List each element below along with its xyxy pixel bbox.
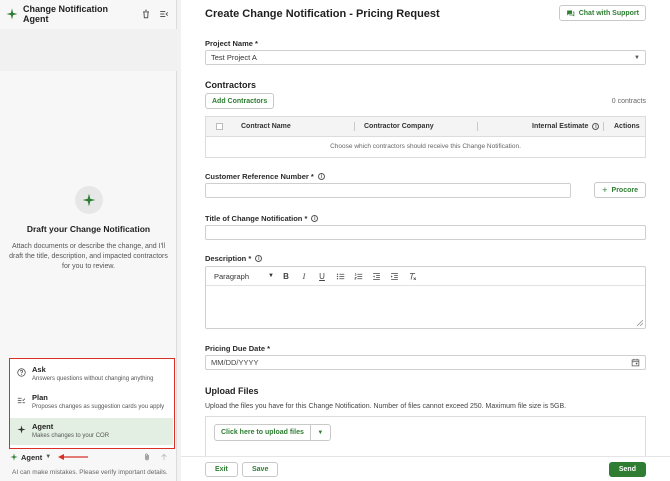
draft-empty-state: Draft your Change Notification Attach do…	[0, 186, 177, 272]
cn-title-label: Title of Change Notification * i	[205, 214, 319, 223]
clear-formatting-icon[interactable]	[406, 270, 418, 282]
mode-item-agent[interactable]: Agent Makes changes to your COR	[10, 418, 173, 445]
contractors-table: Contract Name Contractor Company Interna…	[205, 116, 646, 158]
table-header: Contract Name Contractor Company Interna…	[206, 117, 645, 137]
add-contractors-button[interactable]: Add Contractors	[205, 93, 275, 109]
upload-files-heading: Upload Files	[205, 386, 259, 396]
ai-disclaimer: AI can make mistakes. Please verify impo…	[12, 469, 168, 476]
editor-toolbar: Paragraph ▼ B I U	[206, 267, 645, 286]
sparkle-icon	[17, 425, 26, 434]
mode-label: Agent	[32, 422, 54, 431]
column-header-estimate: Internal Estimate i	[532, 123, 600, 130]
chat-bubble-icon	[566, 10, 574, 16]
chevron-down-icon: ▼	[45, 454, 52, 460]
paragraph-style-label: Paragraph	[214, 271, 250, 281]
mode-item-ask[interactable]: Ask Answers questions without changing a…	[10, 361, 173, 388]
mode-description: Makes changes to your COR	[32, 433, 110, 439]
bold-icon[interactable]: B	[280, 270, 292, 282]
customer-ref-label: Customer Reference Number * i	[205, 172, 325, 181]
mode-selector-button[interactable]: Agent ▼	[10, 453, 51, 462]
upload-files-button[interactable]: Click here to upload files ▼	[214, 424, 331, 441]
due-date-input[interactable]: MM/DD/YYYY	[205, 355, 646, 370]
underline-icon[interactable]: U	[316, 270, 328, 282]
chevron-down-icon[interactable]: ▼	[309, 424, 330, 441]
italic-icon[interactable]: I	[298, 270, 310, 282]
column-header: Actions	[614, 123, 640, 130]
exit-button[interactable]: Exit	[205, 462, 238, 477]
due-date-label: Pricing Due Date *	[205, 344, 271, 353]
info-icon[interactable]: i	[311, 215, 319, 222]
form-footer: Exit Save Send	[181, 456, 670, 481]
mode-selector-label: Agent	[21, 452, 43, 462]
paragraph-style-select[interactable]: Paragraph ▼	[214, 272, 274, 281]
info-icon[interactable]: i	[592, 123, 600, 130]
description-label-text: Description *	[205, 254, 252, 263]
chevron-down-icon: ▼	[634, 54, 640, 61]
question-circle-icon	[17, 368, 26, 377]
sparkle-icon	[10, 453, 18, 461]
project-name-select[interactable]: Test Project A ▼	[205, 50, 646, 65]
due-date-placeholder: MM/DD/YYYY	[211, 358, 259, 367]
calendar-icon[interactable]	[631, 358, 640, 367]
column-header: Contractor Company	[364, 123, 434, 130]
collapse-panel-icon[interactable]	[157, 7, 171, 21]
chevron-down-icon: ▼	[268, 273, 274, 279]
customer-ref-label-text: Customer Reference Number *	[205, 172, 314, 181]
sidebar-title: Change Notification Agent	[23, 4, 108, 24]
sparkle-icon	[74, 186, 103, 214]
main-form: Create Change Notification - Pricing Req…	[181, 0, 670, 481]
select-all-checkbox[interactable]	[216, 123, 223, 130]
numbered-list-icon[interactable]	[352, 270, 364, 282]
sidebar-banner	[0, 29, 177, 71]
send-arrow-icon[interactable]	[158, 451, 170, 463]
save-button[interactable]: Save	[242, 462, 279, 477]
description-label: Description * i	[205, 254, 263, 263]
page-title: Create Change Notification - Pricing Req…	[205, 8, 440, 20]
mode-description: Answers questions without changing anyth…	[32, 376, 154, 382]
project-name-label: Project Name *	[205, 39, 258, 48]
customer-ref-input[interactable]	[205, 183, 571, 198]
info-icon[interactable]: i	[255, 255, 263, 262]
agent-sidebar: Change Notification Agent Draft your Cha…	[0, 0, 177, 481]
trash-icon[interactable]	[139, 7, 153, 21]
upload-dropzone[interactable]: Click here to upload files ▼	[205, 416, 646, 458]
info-icon[interactable]: i	[317, 173, 325, 180]
cn-title-input[interactable]	[205, 225, 646, 240]
sidebar-header: Change Notification Agent	[0, 0, 177, 28]
mode-item-plan[interactable]: Plan Proposes changes as suggestion card…	[10, 389, 173, 416]
draft-title: Draft your Change Notification	[26, 224, 151, 234]
mode-description: Proposes changes as suggestion cards you…	[32, 404, 165, 410]
upload-files-label: Click here to upload files	[221, 429, 304, 436]
mode-label: Plan	[32, 393, 48, 402]
contract-count: 0 contracts	[611, 98, 646, 105]
composer-row: Agent ▼	[10, 451, 170, 463]
column-header: Internal Estimate	[532, 123, 589, 130]
mode-menu: Ask Answers questions without changing a…	[9, 358, 175, 449]
chat-support-button[interactable]: Chat with Support	[558, 5, 646, 21]
plus-icon: +	[602, 185, 608, 195]
project-name-value: Test Project A	[211, 53, 257, 62]
composer-actions	[136, 451, 170, 463]
send-button[interactable]: Send	[608, 462, 646, 477]
indent-icon[interactable]	[388, 270, 400, 282]
description-editor[interactable]: Paragraph ▼ B I U	[205, 266, 646, 329]
draft-description: Attach documents or describe the change,…	[9, 243, 168, 270]
mode-label: Ask	[32, 365, 46, 374]
plan-list-icon	[17, 396, 26, 405]
cn-title-label-text: Title of Change Notification *	[205, 214, 308, 223]
upload-description: Upload the files you have for this Chang…	[205, 403, 567, 410]
contractors-heading: Contractors	[205, 80, 257, 90]
chat-support-label: Chat with Support	[578, 9, 639, 17]
column-header: Contract Name	[241, 123, 291, 130]
procore-label: Procore	[611, 186, 638, 194]
outdent-icon[interactable]	[370, 270, 382, 282]
annotation-arrow-icon	[58, 454, 89, 460]
paperclip-icon[interactable]	[141, 451, 153, 463]
table-empty-message: Choose which contractors should receive …	[330, 143, 521, 150]
procore-button[interactable]: + Procore	[594, 182, 646, 198]
resize-handle-icon[interactable]	[637, 320, 643, 326]
sparkle-icon	[6, 8, 18, 20]
bullet-list-icon[interactable]	[334, 270, 346, 282]
